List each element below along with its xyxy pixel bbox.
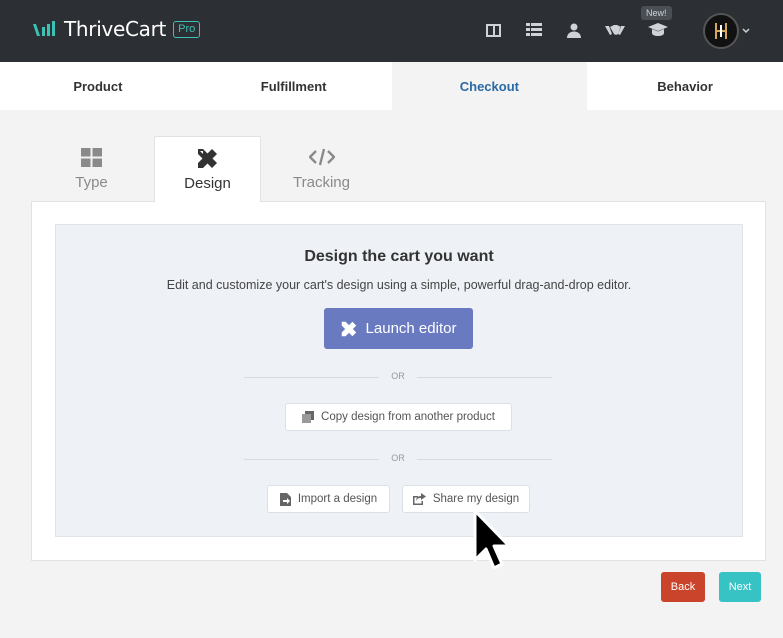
share-design-label: Share my design: [432, 493, 520, 505]
copy-icon: [302, 411, 315, 423]
top-navigation-bar: ThriveCart Pro New!: [0, 0, 783, 62]
copy-design-label: Copy design from another product: [321, 411, 495, 423]
thrivecart-logo[interactable]: ThriveCart Pro: [32, 17, 201, 41]
chevron-down-icon[interactable]: [742, 27, 750, 35]
tab-design[interactable]: Design: [154, 136, 261, 202]
new-badge: New!: [641, 6, 672, 20]
pencil-ruler-icon: [341, 321, 356, 336]
graduation-cap-icon[interactable]: [648, 20, 668, 40]
pro-badge: Pro: [173, 20, 201, 38]
logo-mark-icon: [33, 21, 55, 36]
design-description: Edit and customize your cart's design us…: [166, 278, 632, 292]
step-tab-behavior[interactable]: Behavior: [587, 62, 783, 110]
app-name: ThriveCart: [64, 17, 167, 41]
launch-editor-button[interactable]: Launch editor: [324, 308, 473, 349]
avatar[interactable]: [703, 13, 739, 49]
user-icon[interactable]: [564, 20, 584, 40]
launch-editor-label: Launch editor: [365, 320, 457, 337]
step-tab-product[interactable]: Product: [0, 62, 196, 110]
tab-design-label: Design: [184, 175, 231, 192]
tab-type[interactable]: Type: [38, 136, 145, 202]
tab-tracking-label: Tracking: [293, 174, 350, 191]
layout-icon[interactable]: [483, 20, 503, 40]
share-icon: [412, 493, 426, 505]
avatar-monogram-icon: [715, 23, 727, 39]
pencil-ruler-icon: [197, 147, 218, 169]
share-design-button[interactable]: Share my design: [402, 485, 530, 513]
design-title: Design the cart you want: [304, 248, 494, 265]
file-import-icon: [279, 492, 291, 506]
step-tabs: Product Fulfillment Checkout Behavior: [0, 62, 783, 110]
tab-type-label: Type: [75, 174, 108, 191]
or-divider: OR: [244, 452, 552, 466]
step-tab-fulfillment[interactable]: Fulfillment: [196, 62, 392, 110]
code-icon: [308, 146, 335, 168]
next-button[interactable]: Next: [719, 572, 761, 602]
grid-icon: [81, 146, 102, 168]
handshake-icon[interactable]: [605, 20, 625, 40]
or-text: OR: [391, 453, 405, 463]
copy-design-button[interactable]: Copy design from another product: [285, 403, 512, 431]
list-icon[interactable]: [524, 20, 544, 40]
import-design-button[interactable]: Import a design: [267, 485, 390, 513]
or-text: OR: [391, 371, 405, 381]
or-divider: OR: [244, 370, 552, 384]
import-design-label: Import a design: [297, 493, 378, 505]
back-button[interactable]: Back: [661, 572, 705, 602]
step-tab-checkout[interactable]: Checkout: [391, 62, 588, 110]
tab-tracking[interactable]: Tracking: [268, 136, 375, 202]
